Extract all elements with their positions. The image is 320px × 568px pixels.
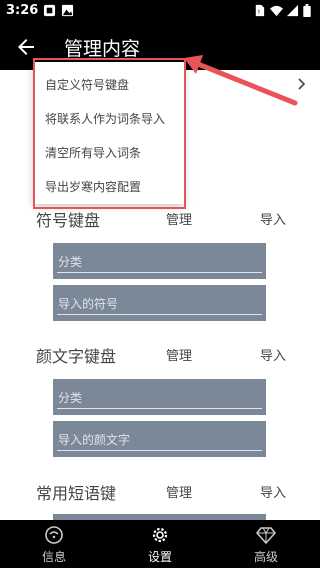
imported-kaomoji-field[interactable]: 导入的颜文字 [53,421,266,457]
import-button[interactable]: 导入 [260,209,286,228]
nav-item-settings[interactable]: 设置 [120,520,200,568]
nav-item-messages[interactable]: 信息 [14,520,94,568]
nav-label: 高级 [253,550,278,564]
manage-button[interactable]: 管理 [166,345,192,364]
nav-label: 设置 [147,550,172,564]
diamond-icon [256,527,276,545]
field-label: 导入的颜文字 [58,433,131,447]
notification-icon [43,4,56,17]
sim-icon: ! [255,4,265,16]
field-label: 分类 [58,391,83,405]
nav-label: 信息 [41,550,66,564]
image-icon [61,4,74,17]
battery-icon [303,4,311,17]
status-time: 3:26 [6,3,39,18]
section-title: 颜文字键盘 [36,347,117,366]
field-label: 分类 [58,255,83,269]
import-button[interactable]: 导入 [260,482,286,501]
imported-symbols-field[interactable]: 导入的符号 [53,285,266,321]
section-symbol-keyboard: 符号键盘 管理 导入 [0,203,320,233]
menu-item-custom-symbol-keyboard[interactable]: 自定义符号键盘 [45,76,129,93]
section-title: 常用短语键 [36,484,117,503]
menu-item-clear-imported[interactable]: 清空所有导入词条 [45,144,141,161]
manage-button[interactable]: 管理 [166,209,192,228]
nav-item-advanced[interactable]: 高级 [226,520,306,568]
wifi-icon [270,5,283,17]
bottom-nav: 信息 设置 高级 [0,520,320,568]
field-underline [57,272,262,273]
category-field[interactable]: 分类 [53,243,266,279]
signal-icon [286,4,299,17]
svg-text:!: ! [258,8,261,16]
field-label: 导入的符号 [58,297,119,311]
section-title: 符号键盘 [36,211,101,230]
gear-icon [152,527,168,543]
page-title: 管理内容 [64,38,141,60]
status-bar: 3:26 ! [0,0,320,24]
section-phrase-key: 常用短语键 管理 导入 [0,476,320,506]
section-kaomoji-keyboard: 颜文字键盘 管理 导入 [0,339,320,369]
message-icon [45,526,63,544]
manage-button[interactable]: 管理 [166,482,192,501]
category-field[interactable]: 分类 [53,379,266,415]
field-underline [57,314,262,315]
import-button[interactable]: 导入 [260,345,286,364]
overflow-menu: 自定义符号键盘 将联系人作为词条导入 清空所有导入词条 导出岁寒内容配置 [34,62,184,204]
chevron-right-icon[interactable] [296,76,308,92]
menu-item-export-config[interactable]: 导出岁寒内容配置 [45,178,141,195]
menu-item-import-contacts[interactable]: 将联系人作为词条导入 [45,110,165,127]
field-underline [57,408,262,409]
arrow-left-icon[interactable] [14,35,38,59]
field-underline [57,450,262,451]
